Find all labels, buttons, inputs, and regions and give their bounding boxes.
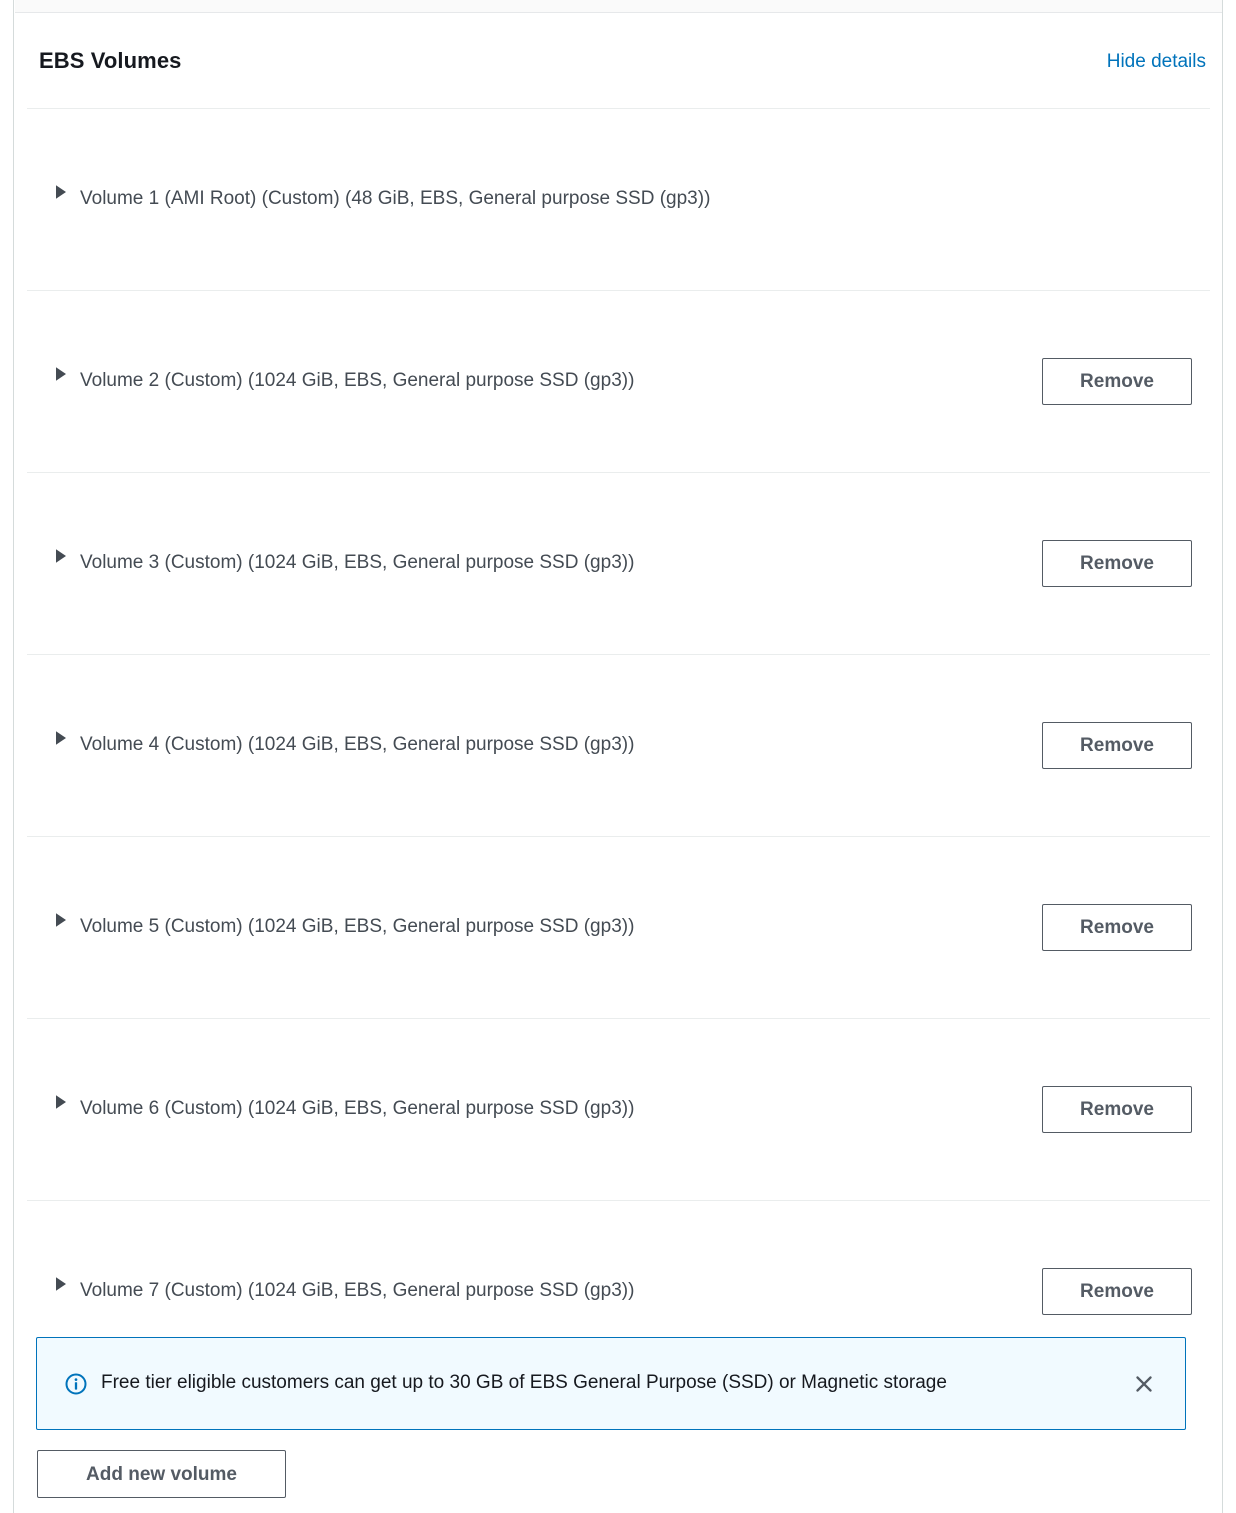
- add-new-volume-button[interactable]: Add new volume: [37, 1450, 286, 1498]
- triangle-right-icon[interactable]: [51, 1276, 71, 1296]
- volume-row: Volume 5 (Custom) (1024 GiB, EBS, Genera…: [27, 836, 1210, 1018]
- volume-list: Volume 1 (AMI Root) (Custom) (48 GiB, EB…: [15, 108, 1222, 1382]
- remove-volume-button[interactable]: Remove: [1042, 1086, 1192, 1133]
- volume-label: Volume 1 (AMI Root) (Custom) (48 GiB, EB…: [80, 188, 711, 210]
- volume-label-wrap: Volume 1 (AMI Root) (Custom) (48 GiB, EB…: [27, 185, 711, 211]
- volume-row: Volume 1 (AMI Root) (Custom) (48 GiB, EB…: [27, 108, 1210, 290]
- triangle-right-icon[interactable]: [51, 912, 71, 932]
- volume-label-wrap: Volume 5 (Custom) (1024 GiB, EBS, Genera…: [27, 913, 635, 939]
- volume-label: Volume 2 (Custom) (1024 GiB, EBS, Genera…: [80, 370, 635, 392]
- volume-label: Volume 4 (Custom) (1024 GiB, EBS, Genera…: [80, 734, 635, 756]
- close-icon[interactable]: [1127, 1367, 1161, 1401]
- volume-label-wrap: Volume 6 (Custom) (1024 GiB, EBS, Genera…: [27, 1095, 635, 1121]
- volume-row: Volume 6 (Custom) (1024 GiB, EBS, Genera…: [27, 1018, 1210, 1200]
- volume-label-wrap: Volume 2 (Custom) (1024 GiB, EBS, Genera…: [27, 367, 635, 393]
- info-circle-icon: [65, 1373, 87, 1395]
- triangle-right-icon[interactable]: [51, 184, 71, 204]
- volume-label: Volume 3 (Custom) (1024 GiB, EBS, Genera…: [80, 552, 635, 574]
- volume-row: Volume 2 (Custom) (1024 GiB, EBS, Genera…: [27, 290, 1210, 472]
- triangle-right-icon[interactable]: [51, 1094, 71, 1114]
- remove-volume-button[interactable]: Remove: [1042, 1268, 1192, 1315]
- remove-button-placeholder: [1042, 176, 1192, 223]
- page-right-gutter: [1222, 0, 1236, 1513]
- volume-row: Volume 3 (Custom) (1024 GiB, EBS, Genera…: [27, 472, 1210, 654]
- ebs-volumes-panel: EBS Volumes Hide details Volume 1 (AMI R…: [15, 14, 1222, 1513]
- page-left-gutter: [0, 0, 14, 1513]
- free-tier-info-banner: Free tier eligible customers can get up …: [36, 1337, 1186, 1430]
- page-title: EBS Volumes: [39, 48, 182, 73]
- info-banner-text: Free tier eligible customers can get up …: [101, 1372, 947, 1394]
- volume-label-wrap: Volume 7 (Custom) (1024 GiB, EBS, Genera…: [27, 1277, 635, 1303]
- volume-label: Volume 6 (Custom) (1024 GiB, EBS, Genera…: [80, 1098, 635, 1120]
- triangle-right-icon[interactable]: [51, 730, 71, 750]
- triangle-right-icon[interactable]: [51, 366, 71, 386]
- remove-volume-button[interactable]: Remove: [1042, 904, 1192, 951]
- triangle-right-icon[interactable]: [51, 548, 71, 568]
- volume-label: Volume 5 (Custom) (1024 GiB, EBS, Genera…: [80, 916, 635, 938]
- volume-label-wrap: Volume 4 (Custom) (1024 GiB, EBS, Genera…: [27, 731, 635, 757]
- volume-label-wrap: Volume 3 (Custom) (1024 GiB, EBS, Genera…: [27, 549, 635, 575]
- panel-header: EBS Volumes Hide details: [15, 14, 1222, 108]
- volume-row: Volume 4 (Custom) (1024 GiB, EBS, Genera…: [27, 654, 1210, 836]
- remove-volume-button[interactable]: Remove: [1042, 540, 1192, 587]
- remove-volume-button[interactable]: Remove: [1042, 722, 1192, 769]
- remove-volume-button[interactable]: Remove: [1042, 358, 1192, 405]
- page-top-strip: [15, 0, 1222, 13]
- hide-details-link[interactable]: Hide details: [1107, 52, 1210, 71]
- volume-label: Volume 7 (Custom) (1024 GiB, EBS, Genera…: [80, 1280, 635, 1302]
